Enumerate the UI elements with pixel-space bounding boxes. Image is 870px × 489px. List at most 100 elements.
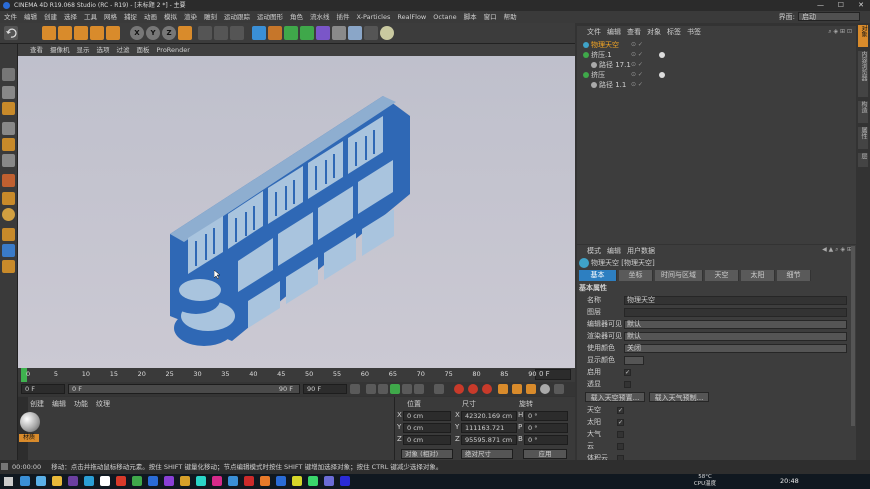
select-icon[interactable] (42, 26, 56, 40)
position-field[interactable]: 0 cm (403, 411, 451, 421)
visibility-dots-icon[interactable]: ⊙ ✓ (631, 80, 643, 90)
rotation-field[interactable]: 0 ° (524, 411, 568, 421)
taskbar-app-icon-20[interactable] (340, 476, 350, 486)
array-icon[interactable] (300, 26, 314, 40)
next-key-icon[interactable] (402, 384, 412, 394)
material-menu-item-2[interactable]: 功能 (74, 400, 88, 408)
attribute-value-field[interactable]: 默认 (624, 332, 847, 341)
menu-item-4[interactable]: 工具 (84, 13, 97, 21)
size-field[interactable]: 42320.169 cm (461, 411, 517, 421)
rotation-field[interactable]: 0 ° (524, 435, 568, 445)
menu-item-3[interactable]: 选择 (64, 13, 77, 21)
attribute-value-field[interactable]: 关闭 (624, 344, 847, 353)
visibility-dots-icon[interactable]: ⊙ ✓ (631, 60, 643, 70)
workplane-icon[interactable] (2, 208, 15, 221)
attribute-scrollbar[interactable] (851, 246, 855, 426)
y-axis-icon[interactable]: Y (146, 26, 160, 40)
taskbar-app-icon-13[interactable] (228, 476, 238, 486)
play-backward-icon[interactable] (378, 384, 388, 394)
start-icon[interactable] (4, 477, 13, 486)
subdivision-icon[interactable] (284, 26, 298, 40)
material-menu-item-1[interactable]: 编辑 (52, 400, 66, 408)
coord-system-icon[interactable] (178, 26, 192, 40)
grid-icon[interactable] (2, 244, 15, 257)
camera-icon[interactable] (364, 26, 378, 40)
taskbar-app-icon-5[interactable] (100, 476, 110, 486)
render-region-icon[interactable] (198, 26, 212, 40)
attribute-menu-item-2[interactable]: 用户数据 (627, 247, 655, 255)
menu-item-11[interactable]: 运动跟踪 (224, 13, 250, 21)
make-editable-icon[interactable] (2, 68, 15, 81)
menu-item-19[interactable]: 脚本 (464, 13, 477, 21)
scale-icon[interactable] (74, 26, 88, 40)
visibility-dots-icon[interactable]: ⊙ ✓ (631, 70, 643, 80)
play-forward-icon[interactable] (390, 384, 400, 394)
object-row[interactable]: 挤压 ⊙ ✓ (577, 70, 856, 80)
tab-1[interactable]: 坐标 (619, 270, 653, 281)
texture-mode-icon[interactable] (2, 102, 15, 115)
menu-item-15[interactable]: 插件 (337, 13, 350, 21)
loop-icon[interactable] (414, 384, 424, 394)
material-menu-item-0[interactable]: 创建 (30, 400, 44, 408)
pen-icon[interactable] (268, 26, 282, 40)
preset-button-1[interactable]: 载入天气预制... (649, 392, 709, 402)
object-row[interactable]: 物理天空 ⊙ ✓ (577, 40, 856, 50)
menu-item-18[interactable]: Octane (433, 13, 456, 21)
x-axis-icon[interactable]: X (130, 26, 144, 40)
material-menu-item-3[interactable]: 纹理 (96, 400, 110, 408)
rotation-field[interactable]: 0 ° (524, 423, 568, 433)
checkbox[interactable] (617, 431, 624, 438)
deformer-icon[interactable] (316, 26, 330, 40)
interface-selector[interactable]: 界面: 启动 (779, 12, 860, 22)
rotation-key-icon[interactable] (526, 384, 536, 394)
preset-button-0[interactable]: 载入天空预置... (585, 392, 645, 402)
close-icon[interactable]: ✕ (858, 0, 864, 11)
object-manager-tools-icon[interactable]: ⌕ ◈ ⊞ ⊡ (812, 28, 852, 36)
object-menu-item-3[interactable]: 对象 (647, 28, 661, 36)
object-name[interactable]: 路径 1.1 (599, 80, 626, 90)
size-field[interactable]: 95595.871 cm (461, 435, 517, 445)
viewport-menu-item-4[interactable]: 过滤 (117, 46, 130, 54)
rotate-icon[interactable] (90, 26, 104, 40)
end-frame-field[interactable]: 90 F (303, 384, 347, 394)
current-frame-field[interactable]: 0 F (535, 369, 571, 380)
apply-button[interactable]: 应用 (523, 449, 567, 459)
checkbox[interactable] (624, 381, 631, 388)
checkbox[interactable] (617, 443, 624, 450)
go-to-end-icon[interactable] (434, 384, 444, 394)
object-menu-item-1[interactable]: 编辑 (607, 28, 621, 36)
tab-0[interactable]: 基本 (579, 270, 617, 281)
object-row[interactable]: 路径 1.1 ⊙ ✓ (577, 80, 856, 90)
model-mode-icon[interactable] (2, 86, 15, 99)
position-key-icon[interactable] (498, 384, 508, 394)
menu-item-9[interactable]: 渲染 (184, 13, 197, 21)
object-menu-item-2[interactable]: 查看 (627, 28, 641, 36)
taskbar-app-icon-15[interactable] (260, 476, 270, 486)
object-name[interactable]: 物理天空 (591, 40, 619, 50)
material-preview[interactable] (20, 412, 40, 432)
undo-icon[interactable] (4, 26, 18, 40)
side-tab-1[interactable]: 内容浏览器 (858, 51, 868, 97)
material-name[interactable]: 材质 (19, 434, 39, 442)
taskbar-app-icon-3[interactable] (68, 476, 78, 486)
taskbar-app-icon-9[interactable] (164, 476, 174, 486)
frame-range-slider[interactable]: 0 F 90 F (68, 384, 300, 394)
taskbar-app-icon-7[interactable] (132, 476, 142, 486)
taskbar-app-icon-1[interactable] (36, 476, 46, 486)
object-row[interactable]: 挤压.1 ⊙ ✓ (577, 50, 856, 60)
visibility-dots-icon[interactable]: ⊙ ✓ (631, 40, 643, 50)
menu-item-1[interactable]: 编辑 (24, 13, 37, 21)
point-level-icon[interactable] (554, 384, 564, 394)
timeline-ruler[interactable]: 0 F 0 5 10 15 20 25 30 35 40 45 50 55 60 65 70 75 80 85 90 (18, 368, 575, 382)
prev-key-icon[interactable] (366, 384, 376, 394)
snap-icon[interactable] (2, 192, 15, 205)
attribute-menu-item-1[interactable]: 编辑 (607, 247, 621, 255)
size-mode-dropdown[interactable]: 绝对尺寸 (461, 449, 513, 459)
menu-item-0[interactable]: 文件 (4, 13, 17, 21)
menu-item-8[interactable]: 模拟 (164, 13, 177, 21)
menu-item-20[interactable]: 窗口 (484, 13, 497, 21)
scale-key-icon[interactable] (512, 384, 522, 394)
viewport-menu-item-0[interactable]: 查看 (30, 46, 43, 54)
side-tab-3[interactable]: 属性 (858, 127, 868, 149)
go-to-start-icon[interactable] (350, 384, 360, 394)
